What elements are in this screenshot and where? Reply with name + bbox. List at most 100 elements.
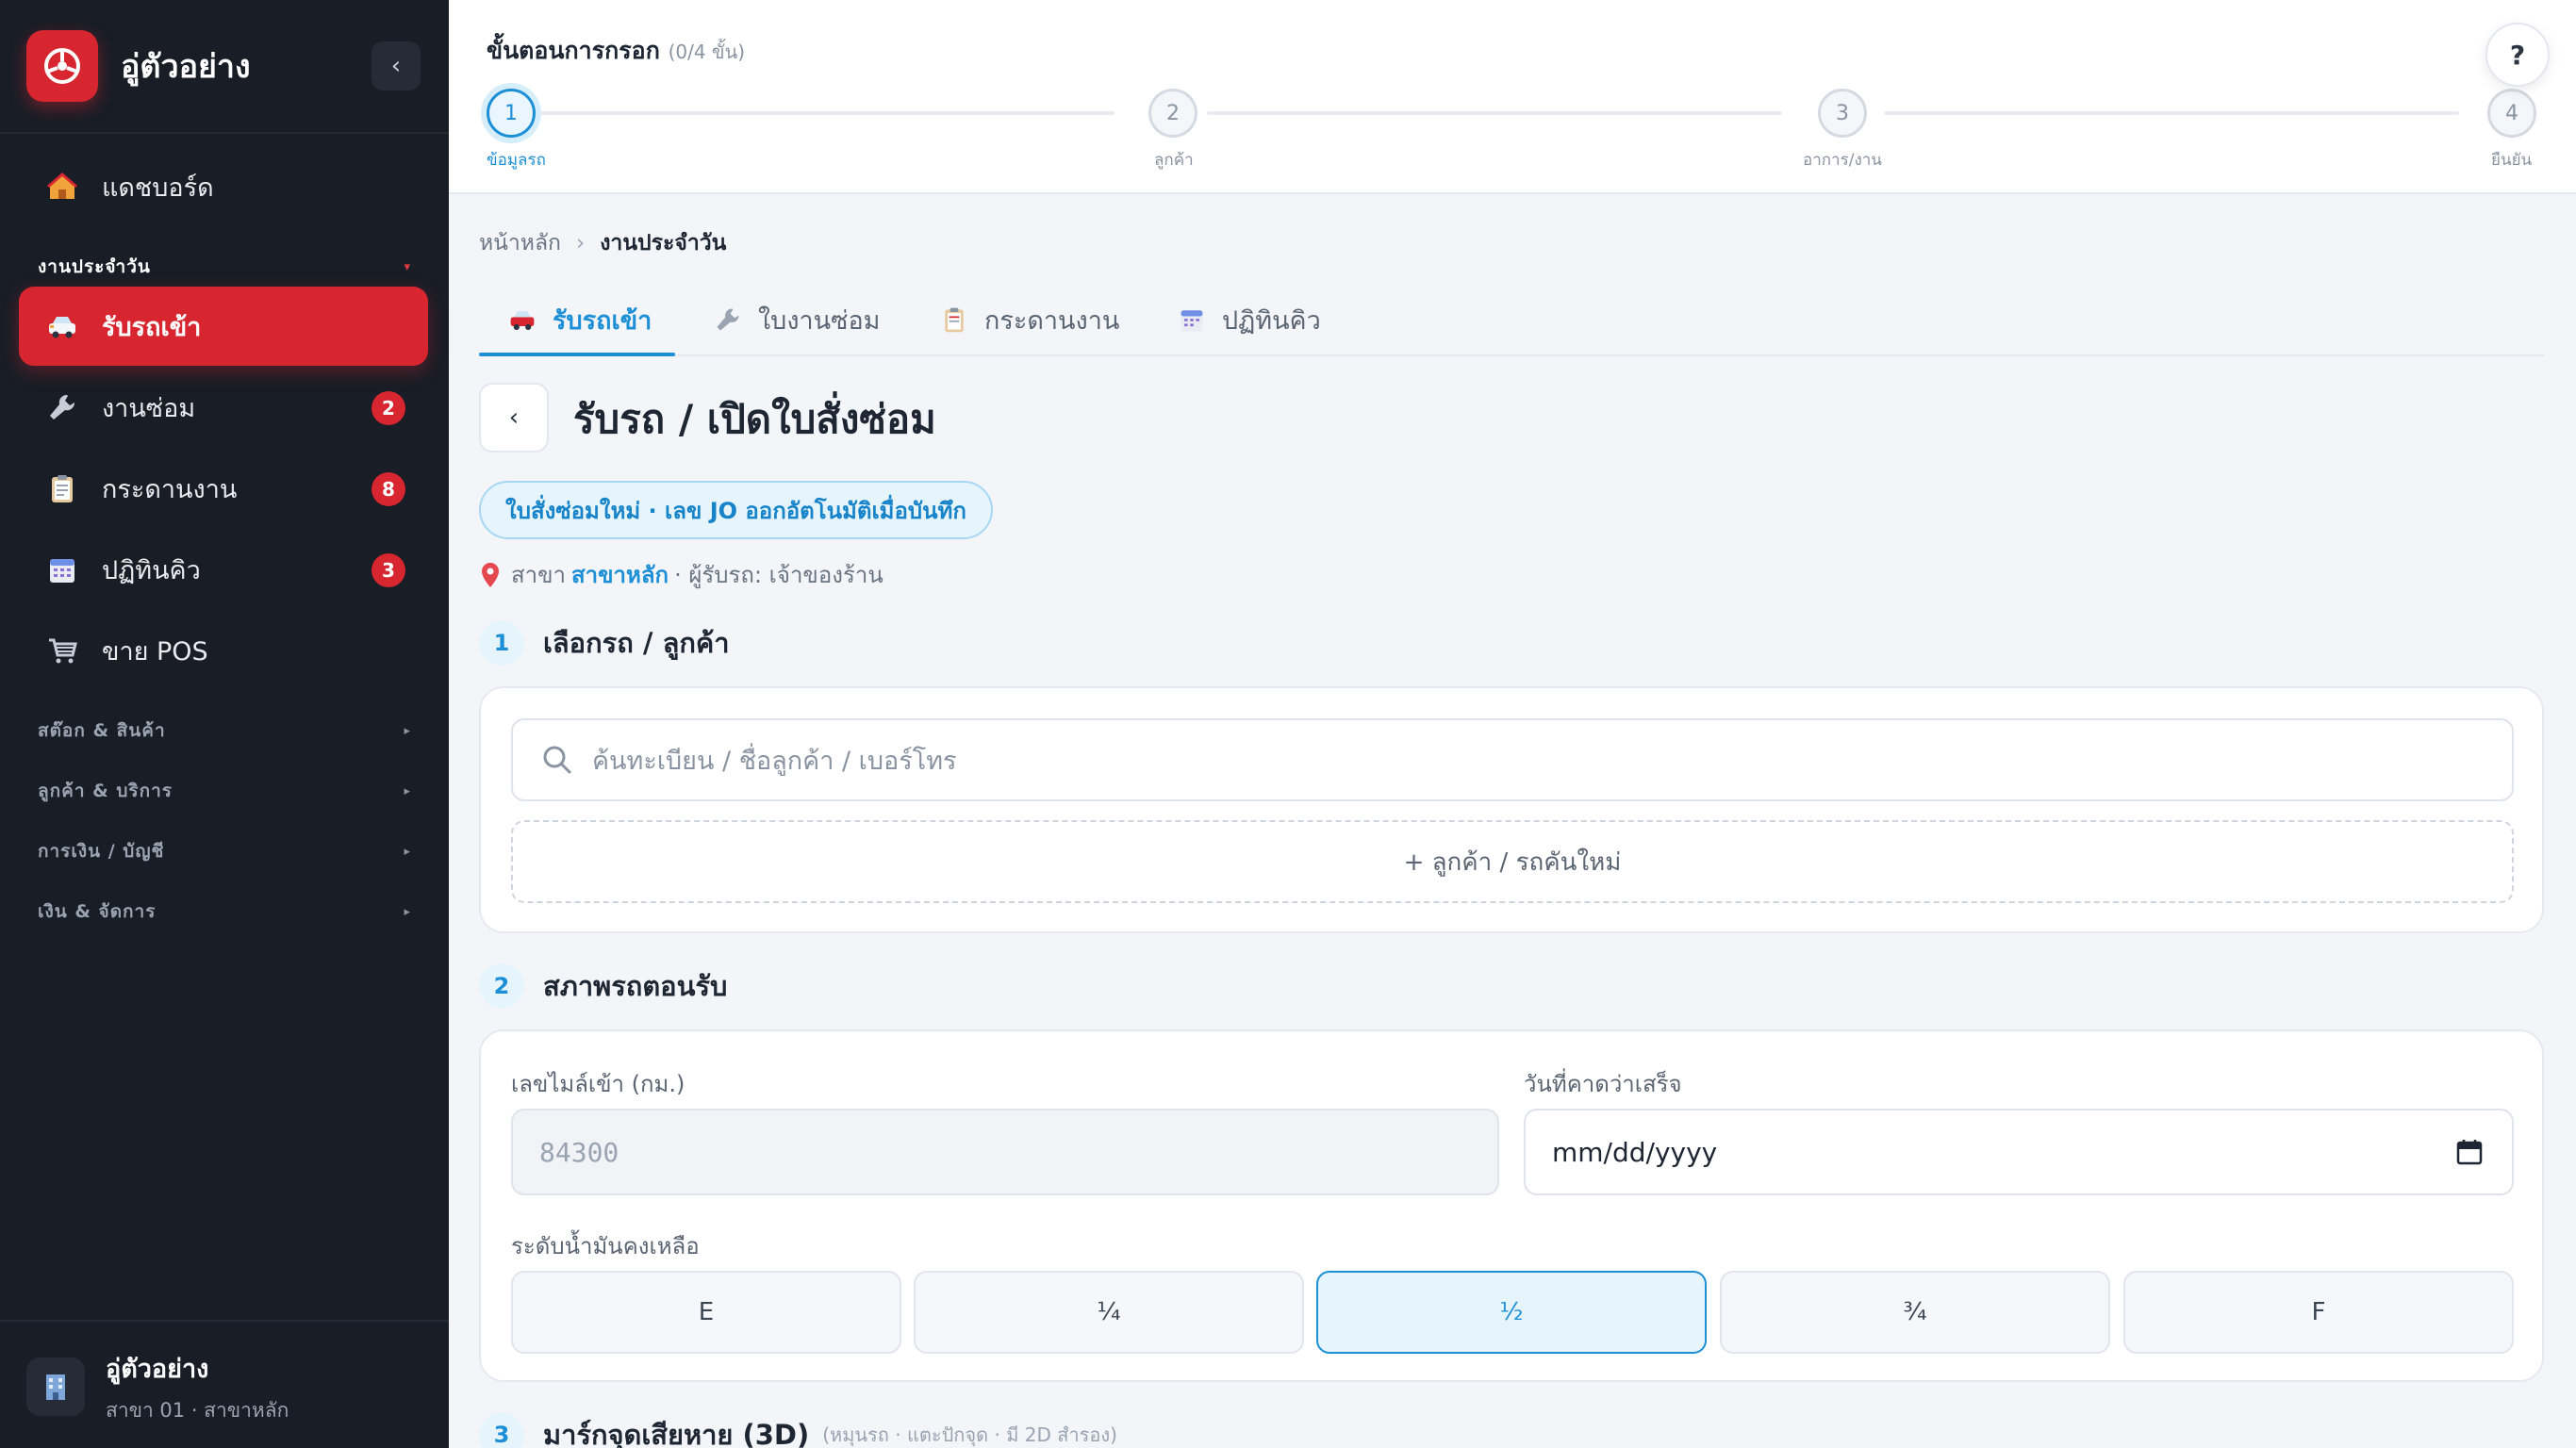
sidebar-item-dashboard[interactable]: แดชบอร์ด [19, 147, 428, 226]
sidebar-item-car-intake[interactable]: รับรถเข้า [19, 287, 428, 366]
count-badge: 2 [372, 391, 405, 425]
fuel-option-full[interactable]: F [2123, 1271, 2514, 1354]
step-1-label: ข้อมูลรถ [487, 151, 546, 170]
help-button[interactable]: ? [2485, 23, 2550, 87]
sidebar-collapse-button[interactable]: ‹ [372, 41, 421, 90]
due-date-input[interactable]: mm/dd/yyyy [1524, 1109, 2514, 1195]
step-4[interactable]: 4 [2487, 89, 2536, 138]
section-number: 2 [479, 963, 524, 1009]
sidebar-section-label: เงิน & จัดการ [38, 901, 157, 922]
fuel-option-quarter[interactable]: ¼ [914, 1271, 1304, 1354]
sidebar-item-pos[interactable]: ขาย POS [19, 611, 428, 690]
tab-label: กระดานงาน [984, 305, 1120, 336]
building-icon [26, 1358, 85, 1416]
sidebar-section-money-admin[interactable]: เงิน & จัดการ ▸ [38, 897, 411, 926]
due-date-label: วันที่คาดว่าเสร็จ [1524, 1071, 1682, 1097]
chevron-right-icon: ▸ [404, 783, 411, 798]
active-tab-indicator [479, 353, 675, 356]
section-select-vehicle-header: 1 เลือกรถ / ลูกค้า [479, 620, 730, 666]
customer-search-input[interactable]: ค้นทะเบียน / ชื่อลูกค้า / เบอร์โทร [511, 718, 2514, 801]
car-icon [43, 307, 81, 345]
breadcrumb-current: งานประจำวัน [600, 231, 727, 255]
chevron-right-icon: ▸ [404, 723, 411, 738]
sidebar-section-label: สต๊อก & สินค้า [38, 720, 166, 741]
mileage-label: เลขไมล์เข้า (กม.) [511, 1071, 685, 1097]
stepper-progress: (0/4 ขั้น) [668, 41, 746, 63]
calendar-icon [43, 551, 81, 588]
cart-icon [43, 632, 81, 669]
fuel-option-half[interactable]: ½ [1316, 1271, 1707, 1354]
calendar-icon [1177, 304, 1207, 335]
brand[interactable]: อู่ตัวอย่าง [26, 30, 251, 102]
footer-branch: สาขา 01 · สาขาหลัก [106, 1399, 289, 1422]
branch-name[interactable]: สาขาหลัก [571, 556, 669, 593]
vehicle-condition-card: เลขไมล์เข้า (กม.) 84300 วันที่คาดว่าเสร็… [479, 1029, 2544, 1382]
sidebar-item-label: งานซ่อม [102, 393, 196, 423]
sidebar-item-label: ขาย POS [102, 636, 208, 666]
progress-stepper: ขั้นตอนการกรอก (0/4 ขั้น) 1 ข้อมูลรถ 2 ล… [449, 0, 2576, 194]
chevron-right-icon: ▸ [404, 904, 411, 919]
branch-switcher[interactable]: อู่ตัวอย่าง สาขา 01 · สาขาหลัก [0, 1320, 449, 1448]
branch-info: สาขา สาขาหลัก · ผู้รับรถ: เจ้าของร้าน [479, 556, 883, 593]
map-pin-icon [479, 561, 502, 589]
sidebar-item-job-board[interactable]: กระดานงาน 8 [19, 449, 428, 528]
tab-queue-calendar[interactable]: ปฏิทินคิว [1177, 283, 1321, 356]
sidebar-section-customers[interactable]: ลูกค้า & บริการ ▸ [38, 777, 411, 805]
section-vehicle-condition-header: 2 สภาพรถตอนรับ [479, 963, 727, 1009]
section-note: (หมุนรถ · แตะปักจุด · มี 2D สำรอง) [822, 1423, 1117, 1446]
step-connector [1884, 111, 2459, 115]
section-title: เลือกรถ / ลูกค้า [543, 627, 730, 659]
sidebar-item-label: กระดานงาน [102, 474, 238, 504]
step-connector [1207, 111, 1782, 115]
due-date-placeholder: mm/dd/yyyy [1552, 1136, 1718, 1168]
tab-label: รับรถเข้า [553, 305, 652, 336]
section-damage-map-header: 3 มาร์กจุดเสียหาย (3D) (หมุนรถ · แตะปักจ… [479, 1412, 1117, 1448]
search-icon [541, 744, 573, 776]
mileage-input[interactable]: 84300 [511, 1109, 1499, 1195]
breadcrumb-home[interactable]: หน้าหลัก [479, 226, 561, 260]
breadcrumb-separator: › [575, 231, 586, 255]
add-new-customer-button[interactable]: + ลูกค้า / รถคันใหม่ [511, 820, 2514, 903]
steering-wheel-icon [26, 30, 98, 102]
page-title: รับรถ / เปิดใบสั่งซ่อม [573, 396, 936, 442]
footer-shop-name: อู่ตัวอย่าง [106, 1355, 209, 1384]
clipboard-icon [939, 304, 969, 335]
tab-label: ปฏิทินคิว [1222, 305, 1321, 336]
house-icon [43, 168, 81, 206]
fuel-option-empty[interactable]: E [511, 1271, 901, 1354]
branch-prefix: สาขา [511, 562, 567, 588]
sidebar-section-stock[interactable]: สต๊อก & สินค้า ▸ [38, 716, 411, 745]
step-connector [539, 111, 1115, 115]
chevron-down-icon: ▾ [404, 259, 411, 274]
sidebar-divider [0, 132, 449, 134]
calendar-icon[interactable] [2455, 1138, 2484, 1166]
sidebar-item-queue-calendar[interactable]: ปฏิทินคิว 3 [19, 530, 428, 609]
brand-name: อู่ตัวอย่าง [121, 48, 251, 86]
fuel-level-label: ระดับน้ำมันคงเหลือ [511, 1233, 700, 1259]
tab-car-intake[interactable]: รับรถเข้า [507, 283, 652, 356]
tab-work-orders[interactable]: ใบงานซ่อม [713, 283, 880, 356]
sidebar-item-repairs[interactable]: งานซ่อม 2 [19, 368, 428, 447]
wrench-icon [43, 388, 81, 426]
step-3[interactable]: 3 [1818, 89, 1867, 138]
tab-job-board[interactable]: กระดานงาน [939, 283, 1119, 356]
tab-label: ใบงานซ่อม [758, 305, 881, 336]
section-title: มาร์กจุดเสียหาย (3D) [543, 1419, 810, 1448]
sidebar: อู่ตัวอย่าง ‹ แดชบอร์ด งานประจำวัน ▾ รับ… [0, 0, 449, 1448]
sidebar-section-finance[interactable]: การเงิน / บัญชี ▸ [38, 837, 411, 865]
new-order-info-chip: ใบสั่งซ่อมใหม่ · เลข JO ออกอัตโนมัติเมื่… [479, 481, 993, 539]
section-number: 3 [479, 1412, 524, 1448]
stepper-title: ขั้นตอนการกรอก (0/4 ขั้น) [487, 32, 745, 70]
sidebar-section-label: งานประจำวัน [38, 256, 151, 277]
step-4-label: ยืนยัน [2491, 151, 2533, 170]
fuel-option-three-quarter[interactable]: ¾ [1720, 1271, 2110, 1354]
sidebar-section-label: การเงิน / บัญชี [38, 841, 165, 862]
sidebar-section-daily[interactable]: งานประจำวัน ▾ [38, 253, 411, 281]
search-placeholder: ค้นทะเบียน / ชื่อลูกค้า / เบอร์โทร [592, 746, 957, 776]
car-icon [507, 304, 537, 335]
back-button[interactable]: ‹ [479, 383, 549, 452]
section-number: 1 [479, 620, 524, 666]
step-1[interactable]: 1 [487, 89, 536, 138]
step-2[interactable]: 2 [1148, 89, 1197, 138]
wrench-icon [713, 304, 743, 335]
